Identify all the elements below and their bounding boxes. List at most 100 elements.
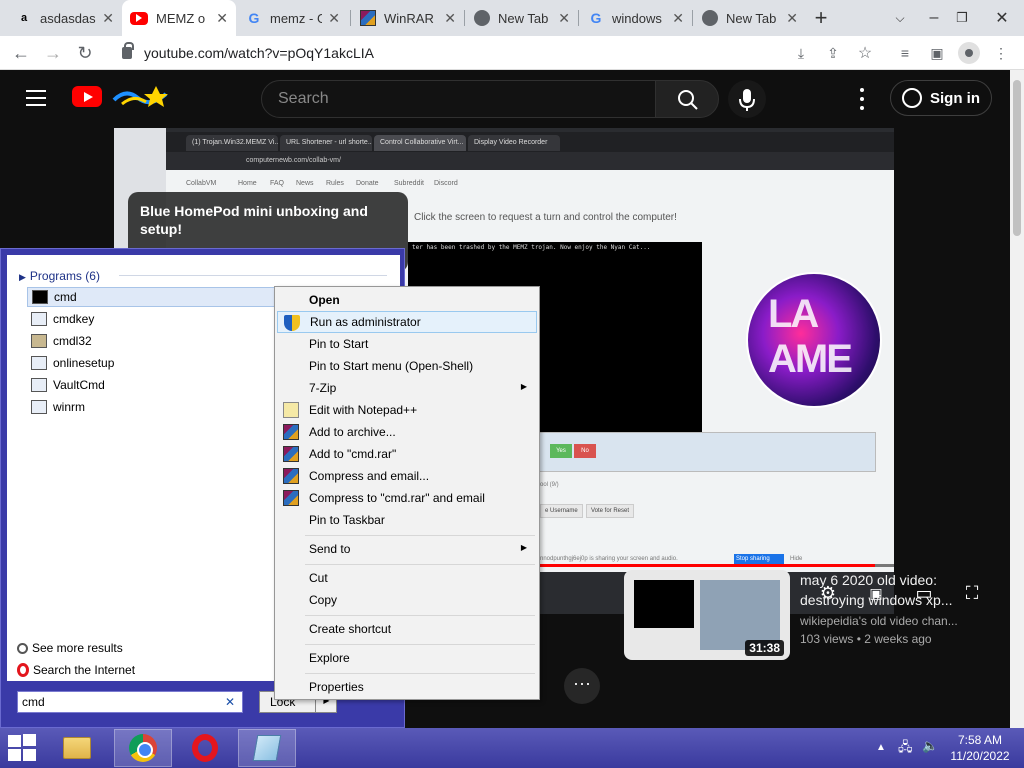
tab-new-tab-1[interactable]: New Tab ✕ [466,0,578,36]
tab-search-chevron-icon[interactable]: ⌵ [888,0,912,36]
menu-item-compress-email[interactable]: Compress and email... [277,465,537,487]
recommended-title[interactable]: may 6 2020 old video: destroying windows… [800,570,990,610]
video-progress-bar[interactable] [514,564,894,567]
video-inner-tab: (1) Trojan.Win32.MEMZ Vi... [186,135,278,151]
menu-item-pin-open-shell[interactable]: Pin to Start menu (Open-Shell) [277,355,537,377]
video-nav-item: News [296,180,314,187]
tab-google-memz[interactable]: G memz - G ✕ [238,0,348,36]
user-circle-icon [902,88,922,108]
forward-arrow-icon[interactable]: → [42,42,64,64]
menu-item-pin-taskbar[interactable]: Pin to Taskbar [277,509,537,531]
video-nav-item: FAQ [270,180,285,187]
search-internet-link[interactable]: Search the Internet [17,663,135,677]
program-label: VaultCmd [53,378,105,392]
menu-item-copy[interactable]: Copy [277,589,537,611]
recommended-video[interactable]: 31:38 may 6 2020 old video: destroying w… [624,570,996,660]
close-icon[interactable]: ✕ [786,10,798,27]
close-icon[interactable]: ✕ [216,10,228,27]
menu-hamburger-icon[interactable] [26,90,46,106]
network-icon[interactable]: 🖧 [898,738,913,760]
search-button[interactable] [655,80,719,118]
menu-label: Explore [309,651,350,665]
recommended-channel[interactable]: wikiepeidia's old video chan... [800,614,990,628]
google-icon: G [248,10,260,26]
taskbar-clock[interactable]: 7:58 AM 11/20/2022 [946,732,1014,764]
install-icon[interactable]: ⤓ [792,44,810,62]
scrollbar-thumb[interactable] [1013,80,1021,236]
back-arrow-icon[interactable]: ← [10,42,32,64]
menu-item-open[interactable]: Open [277,289,537,311]
video-inner-no: No [574,444,596,458]
taskbar-chrome[interactable] [114,729,172,767]
close-icon[interactable]: ✕ [328,10,340,27]
taskbar-opera[interactable] [176,729,234,767]
window-close-icon[interactable]: ✕ [990,0,1014,36]
magnifier-icon [17,642,28,654]
side-panel-icon[interactable]: ▣ [928,44,946,62]
tab-new-tab-2[interactable]: New Tab ✕ [694,0,806,36]
program-label: cmdkey [53,312,95,326]
opera-icon [17,663,29,677]
menu-item-7zip[interactable]: 7-Zip ▶ [277,377,537,399]
tab-divider [464,10,465,26]
menu-label: Copy [309,593,338,607]
close-icon[interactable]: ✕ [102,10,114,27]
more-actions-button[interactable]: ··· [564,668,600,704]
tab-winrar[interactable]: WinRAR ✕ [352,0,464,36]
volume-icon[interactable]: 🔈 [922,738,938,754]
close-icon[interactable]: ✕ [444,10,456,27]
taskbar-notepad[interactable] [238,729,296,767]
menu-item-send-to[interactable]: Send to ▶ [277,538,537,560]
url-bar[interactable]: youtube.com/watch?v=pOqY1akcLIA [108,39,890,67]
menu-item-add-cmd-rar[interactable]: Add to "cmd.rar" [277,443,537,465]
programs-header[interactable]: ▶ Programs (6) [19,269,100,283]
start-search-input[interactable]: cmd [17,691,243,713]
page-scrollbar[interactable] [1010,70,1024,728]
tab-youtube-memz[interactable]: MEMZ o ✕ [122,0,236,36]
settings-kebab-icon[interactable] [852,88,872,110]
voice-search-button[interactable] [728,80,766,118]
video-inner-yes: Yes [550,444,572,458]
video-thumbnail[interactable]: 31:38 [624,570,790,660]
close-icon[interactable]: ✕ [672,10,684,27]
profile-icon[interactable] [958,42,980,64]
app-window-icon [31,378,47,392]
youtube-logo-icon[interactable] [72,86,102,107]
menu-item-explore[interactable]: Explore [277,647,537,669]
share-icon[interactable]: ⇪ [824,44,842,62]
menu-label: Compress and email... [309,469,430,483]
clear-search-icon[interactable]: ✕ [225,695,235,709]
menu-item-compress-cmd-email[interactable]: Compress to "cmd.rar" and email [277,487,537,509]
windows-start-icon[interactable] [8,734,38,762]
taskbar-file-explorer[interactable] [48,729,106,767]
menu-item-notepadpp[interactable]: Edit with Notepad++ [277,399,537,421]
close-icon[interactable]: ✕ [558,10,570,27]
video-inner-nav: CollabVM Home FAQ News Rules Donate Subr… [166,176,894,192]
app-window-icon [31,400,47,414]
bookmark-star-icon[interactable]: ☆ [856,44,874,62]
menu-item-add-archive[interactable]: Add to archive... [277,421,537,443]
new-tab-plus-icon[interactable]: + [808,0,834,36]
minimize-icon[interactable]: – [922,0,946,36]
sign-in-button[interactable]: Sign in [890,80,992,116]
menu-item-cut[interactable]: Cut [277,567,537,589]
tab-google-windows[interactable]: G windows ✕ [580,0,692,36]
program-label: winrm [53,400,85,414]
menu-label: Run as administrator [310,315,421,329]
tab-amazon[interactable]: a asdasdas ✕ [8,0,122,36]
chrome-icon [129,734,157,762]
menu-item-properties[interactable]: Properties [277,676,537,698]
opera-icon [192,734,218,762]
restore-icon[interactable]: ❐ [950,0,974,36]
reload-icon[interactable]: ↻ [74,42,96,64]
taskbar: ▲ 🖧 🔈 7:58 AM 11/20/2022 [0,728,1024,768]
reading-list-icon[interactable]: ≡ [896,44,914,62]
youtube-doodle-icon[interactable] [112,84,168,108]
chrome-menu-icon[interactable]: ⋮ [992,44,1010,62]
see-more-results-link[interactable]: See more results [17,641,123,655]
menu-item-run-as-admin[interactable]: Run as administrator [277,311,537,333]
youtube-search-input[interactable]: Search [261,80,656,118]
menu-item-create-shortcut[interactable]: Create shortcut [277,618,537,640]
tray-overflow-icon[interactable]: ▲ [876,742,886,753]
menu-item-pin-to-start[interactable]: Pin to Start [277,333,537,355]
